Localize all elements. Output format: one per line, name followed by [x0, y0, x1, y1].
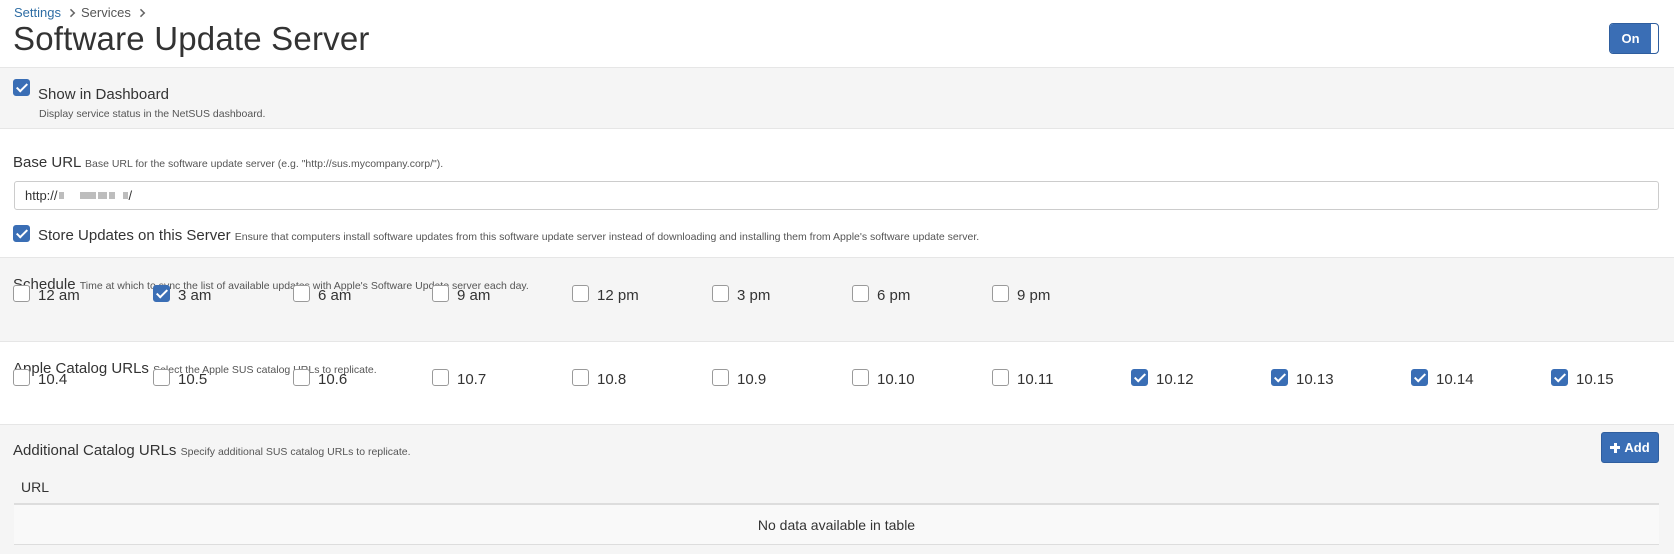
catalog-option-checkbox[interactable] [1131, 369, 1148, 386]
catalog-option-label: 10.14 [1436, 371, 1474, 388]
show-in-dashboard-help: Display service status in the NetSUS das… [39, 108, 266, 120]
store-updates-help: Ensure that computers install software u… [234, 231, 980, 243]
catalog-option-checkbox[interactable] [432, 369, 449, 386]
redacted-text [108, 192, 115, 199]
breadcrumb-services: Services [80, 5, 131, 20]
redacted-text [122, 192, 128, 199]
schedule-option-checkbox[interactable] [13, 285, 30, 302]
schedule-option-label: 3 am [178, 287, 212, 304]
schedule-option-label: 9 am [457, 287, 491, 304]
catalog-option-checkbox[interactable] [572, 369, 589, 386]
plus-icon [1610, 442, 1621, 453]
redacted-text [79, 192, 96, 199]
catalog-option-label: 10.11 [1017, 371, 1054, 388]
schedule-option-label: 12 pm [597, 287, 639, 304]
store-updates-label: Store Updates on this Server [38, 227, 231, 244]
page-title: Software Update Server [13, 20, 370, 57]
apple-catalogs-section: Apple Catalog URLs Select the Apple SUS … [0, 342, 1674, 425]
base-url-suffix: / [128, 188, 133, 203]
schedule-option-checkbox[interactable] [153, 285, 170, 302]
base-url-input[interactable]: http:// / [14, 181, 1659, 210]
chevron-right-icon [136, 8, 146, 17]
catalog-option-checkbox[interactable] [1411, 369, 1428, 386]
catalog-option-checkbox[interactable] [293, 369, 310, 386]
show-in-dashboard-checkbox[interactable] [13, 79, 30, 96]
add-catalog-button[interactable]: Add [1601, 432, 1659, 463]
catalog-option-label: 10.12 [1156, 371, 1194, 388]
schedule-option-checkbox[interactable] [293, 285, 310, 302]
catalog-option-checkbox[interactable] [153, 369, 170, 386]
add-button-label: Add [1624, 440, 1650, 455]
show-in-dashboard-label: Show in Dashboard [38, 86, 169, 103]
redacted-text [97, 192, 107, 199]
catalog-option-checkbox[interactable] [13, 369, 30, 386]
schedule-option-checkbox[interactable] [432, 285, 449, 302]
schedule-option-checkbox[interactable] [852, 285, 869, 302]
base-url-heading: Base URL Base URL for the software updat… [13, 154, 443, 171]
schedule-option-label: 3 pm [737, 287, 771, 304]
catalog-option-label: 10.10 [877, 371, 915, 388]
schedule-option-label: 6 am [318, 287, 352, 304]
additional-catalogs-help: Specify additional SUS catalog URLs to r… [180, 446, 411, 458]
schedule-section: Schedule Time at which to sync the list … [0, 258, 1674, 342]
additional-catalogs-heading: Additional Catalog URLs Specify addition… [13, 442, 411, 459]
schedule-option-checkbox[interactable] [712, 285, 729, 302]
breadcrumb-settings-link[interactable]: Settings [14, 5, 61, 20]
store-updates-checkbox[interactable] [13, 225, 30, 242]
catalog-option-checkbox[interactable] [992, 369, 1009, 386]
schedule-option-label: 6 pm [877, 287, 911, 304]
catalog-table-header: URL [14, 471, 1659, 505]
breadcrumb: Settings Services [14, 5, 151, 20]
column-header-url[interactable]: URL [21, 479, 49, 495]
catalog-option-label: 10.15 [1576, 371, 1614, 388]
apple-catalogs-label: Apple Catalog URLs [13, 360, 149, 377]
chevron-right-icon [66, 8, 76, 17]
catalog-option-label: 10.13 [1296, 371, 1334, 388]
schedule-option-checkbox[interactable] [992, 285, 1009, 302]
schedule-option-label: 9 pm [1017, 287, 1051, 304]
catalog-option-label: 10.5 [178, 371, 208, 388]
page-header: Settings Services Software Update Server… [0, 0, 1674, 68]
redacted-text [58, 192, 64, 199]
catalog-option-label: 10.9 [737, 371, 767, 388]
catalog-option-checkbox[interactable] [1551, 369, 1568, 386]
base-url-help: Base URL for the software update server … [84, 158, 444, 170]
catalog-table-empty-row: No data available in table [14, 505, 1659, 545]
schedule-option-checkbox[interactable] [572, 285, 589, 302]
show-in-dashboard-section: Show in Dashboard Display service status… [0, 68, 1674, 129]
base-url-prefix: http:// [25, 188, 58, 203]
catalog-option-label: 10.8 [597, 371, 627, 388]
catalog-option-label: 10.6 [318, 371, 348, 388]
toggle-on-label: On [1610, 24, 1651, 53]
additional-catalogs-label: Additional Catalog URLs [13, 442, 177, 459]
catalog-option-checkbox[interactable] [712, 369, 729, 386]
schedule-heading: Schedule Time at which to sync the list … [13, 276, 529, 293]
store-updates-heading: Store Updates on this Server Ensure that… [38, 227, 979, 244]
catalog-option-checkbox[interactable] [852, 369, 869, 386]
service-toggle[interactable]: On [1609, 23, 1659, 54]
catalog-option-label: 10.4 [38, 371, 68, 388]
catalog-option-checkbox[interactable] [1271, 369, 1288, 386]
base-url-label: Base URL [13, 154, 81, 171]
catalog-option-label: 10.7 [457, 371, 487, 388]
schedule-option-label: 12 am [38, 287, 80, 304]
